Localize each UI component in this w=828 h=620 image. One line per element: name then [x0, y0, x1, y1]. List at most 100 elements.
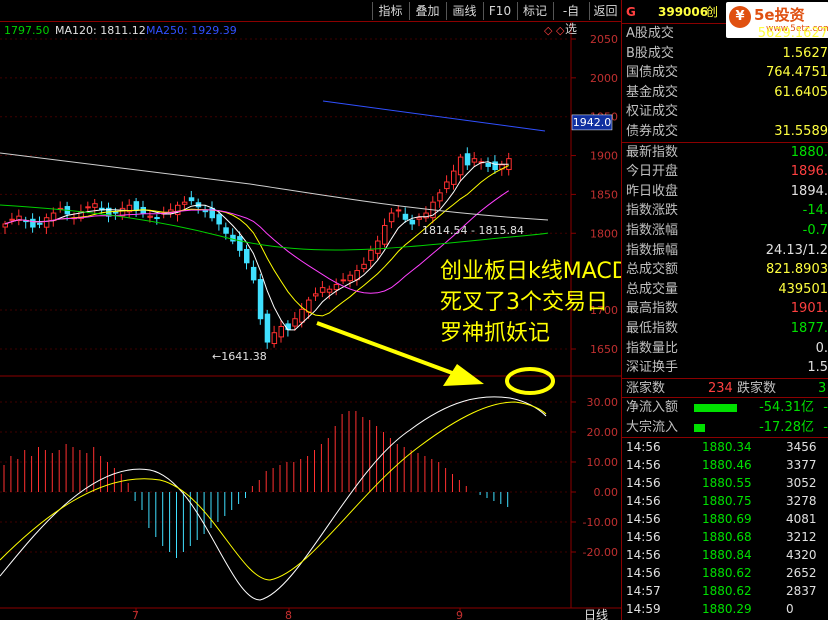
- index-row-7: 总成交量 439501: [622, 280, 828, 300]
- candle-body-6: [43, 217, 50, 228]
- tick-row-0: 14:56 1880.34 3456: [622, 438, 828, 456]
- diamond-icon[interactable]: ◇: [544, 23, 552, 39]
- tick-volume: 2837: [786, 584, 817, 599]
- candle-body-58: [402, 213, 409, 220]
- tick-time: 14:56: [626, 458, 661, 473]
- candle-body-16: [112, 211, 119, 214]
- candle-body-32: [223, 227, 229, 234]
- candle-body-67: [464, 153, 471, 166]
- candle-body-29: [202, 210, 209, 213]
- index-row-2: 昨日收盘 1894.: [622, 182, 828, 202]
- index-value: 1901.: [790, 301, 828, 317]
- toolbar-btn-6[interactable]: 返回: [589, 2, 621, 20]
- tick-time: 14:56: [626, 440, 661, 455]
- tick-price: 1880.68: [702, 530, 752, 545]
- index-row-11: 深证换手 1.5: [622, 358, 828, 378]
- index-label: 指数振幅: [626, 242, 679, 258]
- indicator-row: 1797.50 MA120: 1811.12 MA250: 1929.39 ◇ …: [0, 23, 565, 39]
- macd-tick-label-0: 30.00: [587, 396, 619, 409]
- index-code: 399006: [658, 5, 709, 19]
- index-row-1: 今日开盘 1896.: [622, 162, 828, 182]
- candle-body-57: [395, 209, 402, 212]
- candle-body-40: [278, 325, 284, 338]
- trade-value: 31.5589: [774, 123, 828, 139]
- price-tick-label-4: 1850: [590, 188, 618, 201]
- chart-toolbar: 指标 叠加 画线 F10 标记 -自选 返回: [0, 0, 621, 36]
- trade-row-0: A股成交 5629.1627: [622, 24, 828, 44]
- tick-row-9: 14:59 1880.29 0: [622, 600, 828, 618]
- toolbar-btn-1[interactable]: 叠加: [409, 2, 445, 20]
- annotation-arrowhead: [443, 364, 484, 386]
- candle-body-48: [333, 284, 340, 291]
- tick-row-5: 14:56 1880.68 3212: [622, 528, 828, 546]
- index-row-4: 指数涨幅 -0.7: [622, 221, 828, 241]
- index-label: 指数量比: [626, 340, 679, 356]
- trade-label: 基金成交: [626, 84, 679, 100]
- candle-body-19: [133, 201, 140, 211]
- ma10-line: [4, 165, 509, 317]
- candle-body-12: [85, 206, 91, 209]
- toolbar-btn-2[interactable]: 画线: [446, 2, 482, 20]
- trade-label: 国债成交: [626, 65, 679, 81]
- toolbar-btn-0[interactable]: 指标: [372, 2, 408, 20]
- candle-body-1: [9, 218, 15, 221]
- fall-label: 跌家数: [737, 380, 777, 396]
- tick-volume: 3212: [786, 530, 817, 545]
- tick-list[interactable]: 14:56 1880.34 3456 14:56 1880.46 3377 14:56 188…: [622, 438, 828, 618]
- trade-row-1: B股成交 1.5627: [622, 44, 828, 64]
- toolbar-btn-4[interactable]: 标记: [517, 2, 552, 20]
- quote-panel: G 399006 创 ¥ 5e投资 www.5etz.com A股成交 5629.…: [621, 0, 828, 620]
- tick-time: 14:56: [626, 548, 661, 563]
- tick-time: 14:56: [626, 512, 661, 527]
- index-name: 创: [706, 5, 719, 19]
- group-badge: G: [626, 5, 636, 19]
- date-label-0: 7: [132, 609, 139, 620]
- index-label: 昨日收盘: [626, 183, 679, 199]
- tick-row-2: 14:56 1880.55 3052: [622, 474, 828, 492]
- flow-value: -54.31亿: [759, 400, 814, 416]
- macd-dif-line: [0, 396, 547, 601]
- rise-fall-row: 涨家数 234 跌家数 3: [622, 379, 828, 399]
- candle-body-21: [147, 215, 153, 218]
- ma250-line: [322, 100, 546, 132]
- toolbar-btn-3[interactable]: F10: [483, 2, 516, 20]
- fall-count: 3: [818, 380, 827, 396]
- flow-label: 净流入额: [626, 400, 679, 416]
- candle-body-38: [264, 313, 271, 343]
- price-tick-label-1: 2000: [590, 72, 618, 85]
- candle-body-52: [361, 263, 367, 270]
- candle-body-0: [2, 223, 8, 228]
- index-value: 0.: [815, 340, 828, 356]
- candle-body-5: [37, 222, 43, 225]
- tick-price: 1880.75: [702, 494, 752, 509]
- flow-bar: [694, 404, 738, 413]
- date-label-1: 8: [285, 609, 292, 620]
- candle-body-37: [257, 279, 264, 320]
- index-value: 1880.: [790, 144, 828, 160]
- ma5-line: [4, 161, 509, 331]
- index-value: 1894.: [790, 183, 828, 199]
- candle-body-60: [416, 217, 422, 220]
- candle-body-53: [368, 249, 374, 261]
- macd-tick-label-3: 0.00: [594, 486, 619, 499]
- index-label: 最高指数: [626, 301, 679, 317]
- flow-bar: [694, 423, 705, 432]
- candle-body-59: [409, 219, 416, 225]
- tick-price: 1880.62: [702, 566, 752, 581]
- price-tick-label-3: 1900: [590, 150, 618, 163]
- candle-body-56: [388, 212, 395, 223]
- pin-icon[interactable]: ◇: [556, 23, 564, 39]
- annotation-circle: [505, 367, 555, 395]
- index-value: 821.8903: [765, 262, 828, 278]
- index-value: 439501: [778, 281, 828, 297]
- index-value: 1896.: [790, 164, 828, 180]
- toolbar-btn-5[interactable]: -自选: [553, 2, 588, 36]
- tick-row-1: 14:56 1880.46 3377: [622, 456, 828, 474]
- index-row-9: 最低指数 1877.: [622, 319, 828, 339]
- candle-body-71: [492, 161, 498, 171]
- tick-volume: 2652: [786, 566, 817, 581]
- macd-tick-label-1: 20.00: [587, 426, 619, 439]
- tick-time: 14:56: [626, 530, 661, 545]
- tick-volume: 0: [786, 602, 794, 617]
- candle-body-26: [181, 201, 188, 205]
